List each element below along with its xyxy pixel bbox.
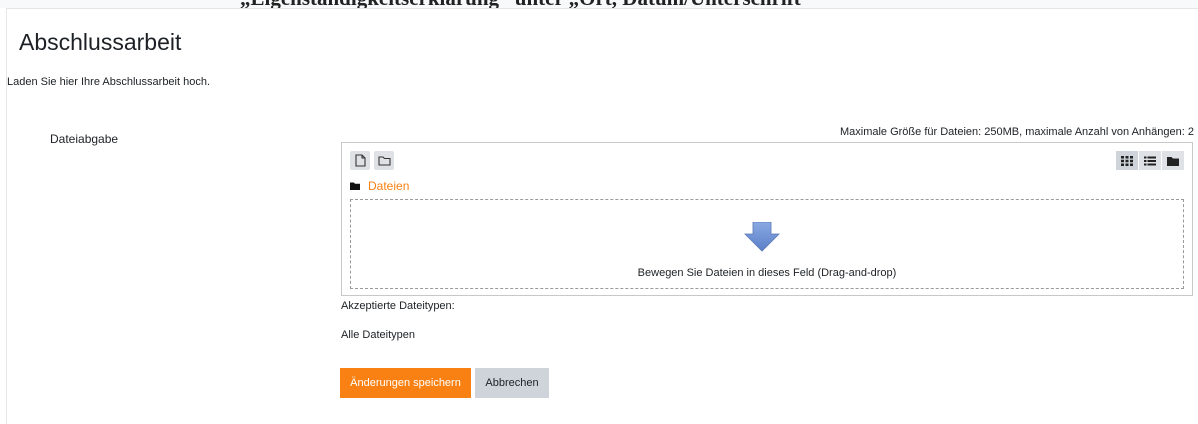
grid-view-icon	[1121, 155, 1133, 166]
cancel-button[interactable]: Abbrechen	[475, 368, 549, 398]
breadcrumb-dateien-link[interactable]: Dateien	[368, 179, 409, 193]
assignment-panel: Abschlussarbeit Laden Sie hier Ihre Absc…	[6, 8, 1198, 424]
create-folder-icon	[377, 156, 391, 166]
top-band: „Eigenständigkeitserklärung“ unter „Ort,…	[0, 0, 1198, 8]
list-view-icon	[1144, 156, 1156, 165]
file-picker: Dateien Bewegen Sie Dateien in dieses Fe…	[341, 142, 1193, 296]
add-file-button[interactable]	[350, 151, 370, 170]
accepted-types-label: Akzeptierte Dateitypen:	[341, 300, 455, 312]
drop-zone[interactable]: Bewegen Sie Dateien in dieses Feld (Drag…	[350, 199, 1184, 289]
tree-view-button[interactable]	[1162, 151, 1184, 170]
create-folder-button[interactable]	[374, 151, 394, 170]
save-changes-button[interactable]: Änderungen speichern	[340, 368, 471, 398]
folder-icon	[350, 182, 360, 190]
download-arrow-icon	[744, 222, 780, 252]
max-file-info: Maximale Größe für Dateien: 250MB, maxim…	[839, 126, 1194, 138]
tree-view-icon	[1167, 156, 1179, 166]
accepted-types-value: Alle Dateitypen	[341, 329, 415, 341]
drop-zone-text: Bewegen Sie Dateien in dieses Feld (Drag…	[637, 267, 897, 279]
intro-text: Laden Sie hier Ihre Abschlussarbeit hoch…	[7, 76, 211, 88]
add-file-icon	[354, 154, 366, 167]
clipped-heading: „Eigenständigkeitserklärung“ unter „Ort,…	[240, 0, 811, 8]
file-submission-label: Dateiabgabe	[50, 132, 119, 146]
grid-view-button[interactable]	[1116, 151, 1138, 170]
list-view-button[interactable]	[1139, 151, 1161, 170]
breadcrumb: Dateien	[350, 179, 409, 193]
page-title: Abschlussarbeit	[19, 29, 182, 55]
